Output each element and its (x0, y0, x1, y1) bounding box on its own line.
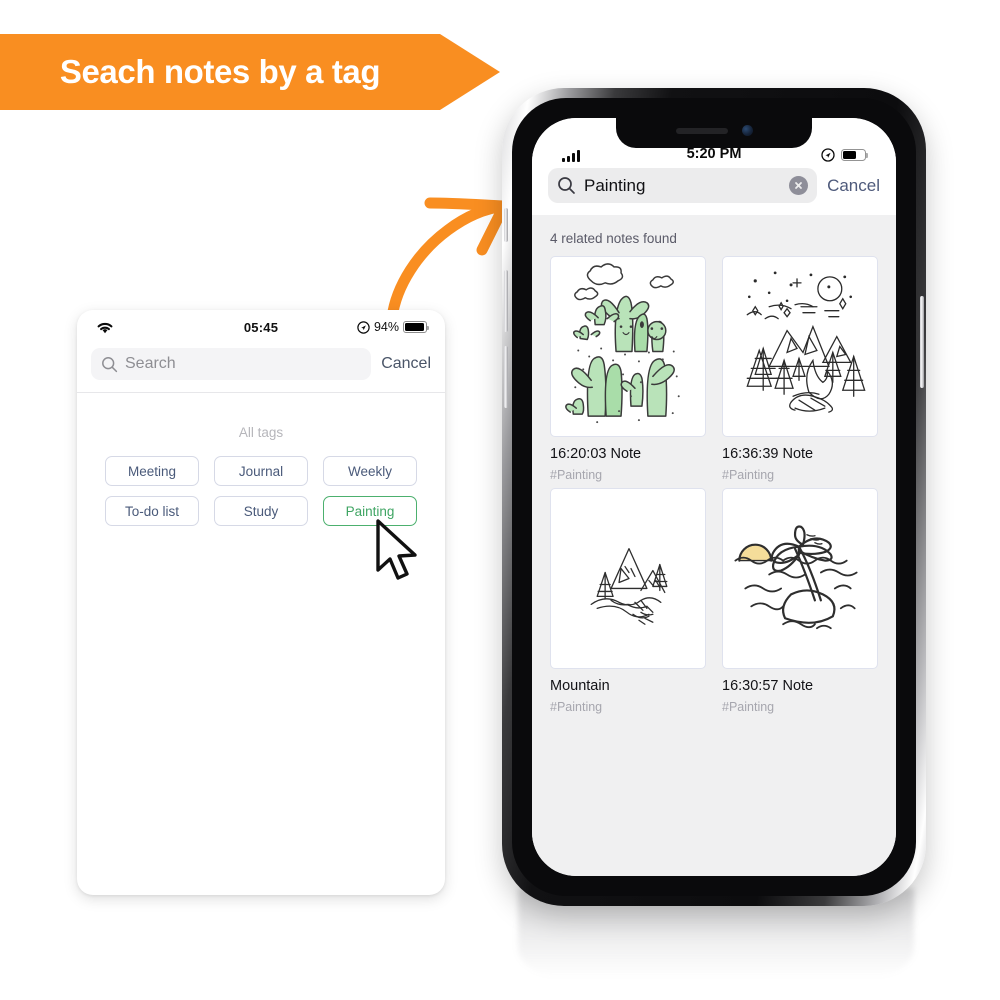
front-camera-icon (741, 125, 753, 136)
mute-switch[interactable] (504, 208, 508, 242)
cactus-doodle-icon (565, 263, 680, 424)
note-card[interactable]: 16:20:03 Note #Painting (550, 256, 706, 482)
note-title: Mountain (550, 678, 610, 694)
note-tag: #Painting (550, 468, 603, 482)
note-tag: #Painting (722, 468, 775, 482)
note-thumbnail-small-mountain-doodle[interactable] (550, 488, 706, 669)
note-tag: #Painting (722, 700, 775, 714)
left-search-row: Search Cancel (77, 344, 445, 392)
earpiece-speaker (675, 127, 728, 134)
volume-up-button[interactable] (504, 270, 508, 332)
battery-icon (841, 148, 869, 162)
location-arrow-icon (357, 320, 370, 334)
clear-search-button[interactable] (789, 176, 809, 195)
phone-status-right (821, 148, 869, 162)
tag-row: To-do list Study Painting (105, 496, 417, 526)
search-placeholder: Search (125, 355, 176, 372)
mouse-cursor-icon (376, 519, 417, 580)
tag-chip-grid: Meeting Journal Weekly To-do list Study … (77, 456, 445, 526)
power-button[interactable] (920, 296, 924, 388)
phone-screen: 5:20 PM Painting Cancel 4 related notes … (532, 118, 896, 876)
all-tags-heading: All tags (238, 425, 284, 440)
cancel-button[interactable]: Cancel (381, 355, 431, 373)
tag-chip-meeting[interactable]: Meeting (105, 456, 199, 486)
screenshot-root: Seach notes by a tag 05:45 94% Search Ca… (0, 0, 1000, 1000)
campfire-mountain-night-doodle-icon (746, 271, 866, 413)
search-input[interactable]: Search (91, 348, 372, 380)
cancel-button[interactable]: Cancel (827, 176, 880, 196)
location-arrow-icon (821, 148, 835, 162)
banner-title: Seach notes by a tag (59, 53, 381, 90)
phone-device: 5:20 PM Painting Cancel 4 related notes … (496, 88, 936, 978)
note-thumbnail-campfire-mountain-night-doodle[interactable] (722, 256, 878, 437)
volume-down-button[interactable] (504, 346, 508, 408)
left-status-bar: 05:45 94% (77, 310, 445, 344)
tag-chip-todo-list[interactable]: To-do list (105, 496, 199, 526)
close-icon (795, 182, 802, 189)
note-card[interactable]: 16:30:57 Note #Painting (722, 488, 878, 714)
results-count-label: 4 related notes found (550, 231, 677, 246)
left-status-right: 94% (357, 320, 429, 334)
phone-bezel: 5:20 PM Painting Cancel 4 related notes … (512, 98, 916, 896)
notes-grid: 16:20:03 Note #Painting 16:36:39 Note #P… (532, 256, 896, 714)
note-thumbnail-cactus-doodle[interactable] (550, 256, 706, 437)
note-card[interactable]: 16:36:39 Note #Painting (722, 256, 878, 482)
small-mountain-doodle-icon (590, 548, 668, 625)
banner-arrow-point (440, 34, 500, 110)
note-title: 16:36:39 Note (722, 446, 814, 462)
search-input[interactable]: Painting (548, 168, 818, 203)
search-icon (102, 356, 118, 372)
note-card[interactable]: Mountain #Painting (550, 488, 706, 714)
note-title: 16:20:03 Note (550, 446, 642, 462)
tag-row: Meeting Journal Weekly (105, 456, 417, 486)
phone-search-row: Painting Cancel (532, 166, 896, 215)
palm-island-doodle-icon (734, 525, 858, 630)
note-title: 16:30:57 Note (722, 678, 814, 694)
header-divider (77, 392, 445, 393)
note-tag: #Painting (550, 700, 603, 714)
search-value: Painting (584, 175, 646, 195)
tag-chip-study[interactable]: Study (214, 496, 308, 526)
left-battery-percent: 94% (373, 320, 399, 334)
phone-frame: 5:20 PM Painting Cancel 4 related notes … (502, 88, 926, 906)
search-results-panel: 4 related notes found 16:20:03 Note #Pai… (532, 215, 896, 876)
left-device-card: 05:45 94% Search Cancel All tags Meeting… (77, 310, 445, 895)
headline-banner: Seach notes by a tag (0, 34, 500, 110)
tag-chip-weekly[interactable]: Weekly (323, 456, 417, 486)
battery-icon (403, 321, 429, 333)
note-thumbnail-palm-island-doodle[interactable] (722, 488, 878, 669)
phone-notch (616, 118, 812, 148)
search-icon (558, 177, 575, 194)
tag-chip-journal[interactable]: Journal (214, 456, 308, 486)
